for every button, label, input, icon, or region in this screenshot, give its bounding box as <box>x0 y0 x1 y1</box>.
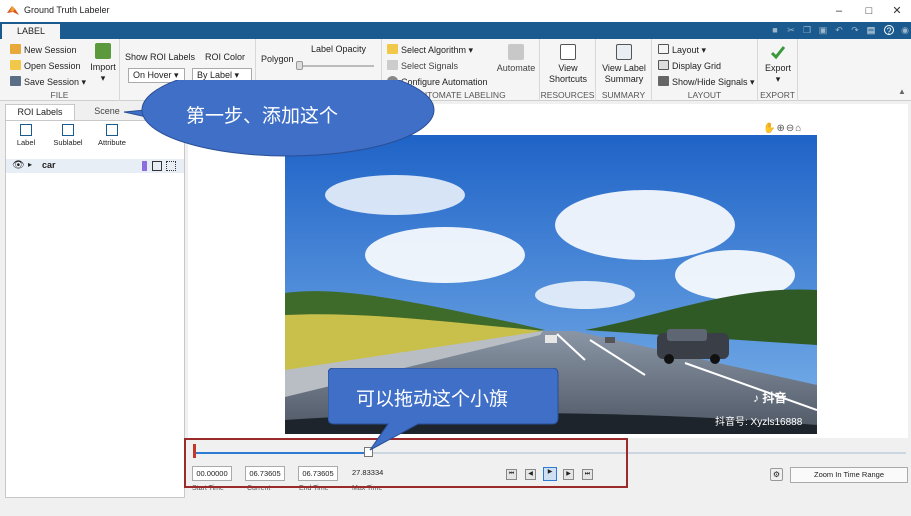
watermark-id: 抖音号: Xyzls16888 <box>715 417 803 428</box>
open-session-button[interactable]: Open Session <box>10 60 81 71</box>
resources-section: View Shortcuts RESOURCES <box>540 39 596 101</box>
save-icon <box>10 76 21 86</box>
folder-icon <box>10 60 21 70</box>
show-hide-signals-button[interactable]: Show/Hide Signals ▾ <box>658 76 755 88</box>
paste-quick-icon[interactable]: ▣ <box>818 25 828 35</box>
options-icon[interactable]: ◉ <box>900 25 910 35</box>
export-section-label: EXPORT <box>760 90 795 100</box>
tiktok-logo-icon: ♪ <box>753 391 759 405</box>
label-opacity-label: Label Opacity <box>311 44 367 54</box>
title-bar: Ground Truth Labeler – □ ✕ <box>0 0 911 22</box>
signals-icon <box>387 60 398 70</box>
shortcuts-icon <box>560 44 576 60</box>
select-algorithm-button[interactable]: Select Algorithm ▾ <box>387 44 473 56</box>
watermark-brand: ♪ 抖音 <box>753 391 787 405</box>
layout-button[interactable]: Layout ▾ <box>658 44 706 56</box>
folder-icon <box>387 44 398 54</box>
display-grid-button[interactable]: Display Grid <box>658 60 721 71</box>
collapse-ribbon-icon[interactable]: ▲ <box>898 87 906 96</box>
label-name: car <box>42 160 56 170</box>
settings-icon[interactable]: ⚙ <box>770 468 783 481</box>
cut-quick-icon[interactable]: ✂ <box>786 25 796 35</box>
copy-quick-icon[interactable]: ❐ <box>802 25 812 35</box>
redo-quick-icon[interactable]: ↷ <box>850 25 860 35</box>
add-sublabel-button[interactable]: Sublabel <box>48 124 88 147</box>
maximize-button[interactable]: □ <box>855 2 883 20</box>
callout-drag: 可以拖动这个小旗 <box>356 389 509 410</box>
show-roi-labels-label: Show ROI Labels <box>125 52 196 62</box>
save-quick-icon[interactable]: ■ <box>770 25 780 35</box>
toolstrip-tabbar: LABEL ■ ✂ ❐ ▣ ↶ ↷ ▤ ? ◉ <box>0 22 911 39</box>
view-label-summary-button[interactable]: View Label Summary <box>598 44 650 85</box>
export-button[interactable]: Export ▾ <box>760 44 796 85</box>
matlab-logo-icon <box>7 6 19 15</box>
resources-section-label: RESOURCES <box>540 90 595 100</box>
eye-icon[interactable]: 👁 <box>12 160 25 171</box>
callout-drag-shape <box>328 368 559 451</box>
new-session-button[interactable]: New Session <box>10 44 77 55</box>
sublabel-icon <box>62 124 74 136</box>
checkmark-icon <box>770 46 786 60</box>
undo-quick-icon[interactable]: ↶ <box>834 25 844 35</box>
callout-step1: 第一步、添加这个 <box>186 106 339 127</box>
window-title: Ground Truth Labeler <box>24 5 110 15</box>
help-icon[interactable]: ? <box>884 25 894 36</box>
summary-section: View Label Summary SUMMARY <box>596 39 652 101</box>
view-shortcuts-button[interactable]: View Shortcuts <box>542 44 594 85</box>
add-label-button[interactable]: Label <box>6 124 46 147</box>
zoom-time-range-button[interactable]: Zoom In Time Range <box>790 467 908 483</box>
pan-icon[interactable]: ✋ <box>763 123 776 134</box>
opacity-slider-track[interactable] <box>298 65 374 67</box>
label-icon <box>20 124 32 136</box>
summary-icon <box>616 44 632 60</box>
zoom-in-icon[interactable]: ⊕ <box>776 123 785 134</box>
file-section-label: FILE <box>50 90 69 100</box>
tab-roi-labels[interactable]: ROI Labels <box>5 104 75 120</box>
automate-button[interactable]: Automate <box>494 44 538 74</box>
new-session-icon <box>10 44 21 54</box>
automate-icon <box>508 44 524 60</box>
signals-icon <box>658 76 669 86</box>
select-signals-button[interactable]: Select Signals <box>387 60 458 71</box>
expand-arrow-icon[interactable]: ▸ <box>28 160 32 169</box>
summary-section-label: SUMMARY <box>601 90 646 100</box>
file-section: New Session Open Session Save Session ▾ … <box>0 39 120 101</box>
view-tools: ✋⊕⊖⌂ <box>763 123 802 134</box>
layout-quick-icon[interactable]: ▤ <box>866 25 876 35</box>
polygon-label: Polygon <box>261 54 294 64</box>
roi-color-label: ROI Color <box>205 52 246 62</box>
attribute-icon <box>106 124 118 136</box>
layout-section: Layout ▾ Display Grid Show/Hide Signals … <box>652 39 758 101</box>
close-button[interactable]: ✕ <box>883 2 911 20</box>
tab-label[interactable]: LABEL <box>2 24 60 39</box>
opacity-slider-thumb[interactable] <box>296 61 303 70</box>
grid-icon <box>658 60 669 70</box>
import-button[interactable]: Import ▾ <box>88 43 118 84</box>
import-icon <box>95 43 111 59</box>
minimize-button[interactable]: – <box>825 2 853 20</box>
export-section: Export ▾ EXPORT <box>758 39 798 101</box>
home-icon[interactable]: ⌂ <box>795 123 802 134</box>
save-session-button[interactable]: Save Session ▾ <box>10 76 86 88</box>
callout-step1-shape <box>123 80 435 157</box>
zoom-out-icon[interactable]: ⊖ <box>786 123 795 134</box>
layout-icon <box>658 44 669 54</box>
layout-section-label: LAYOUT <box>687 90 722 100</box>
